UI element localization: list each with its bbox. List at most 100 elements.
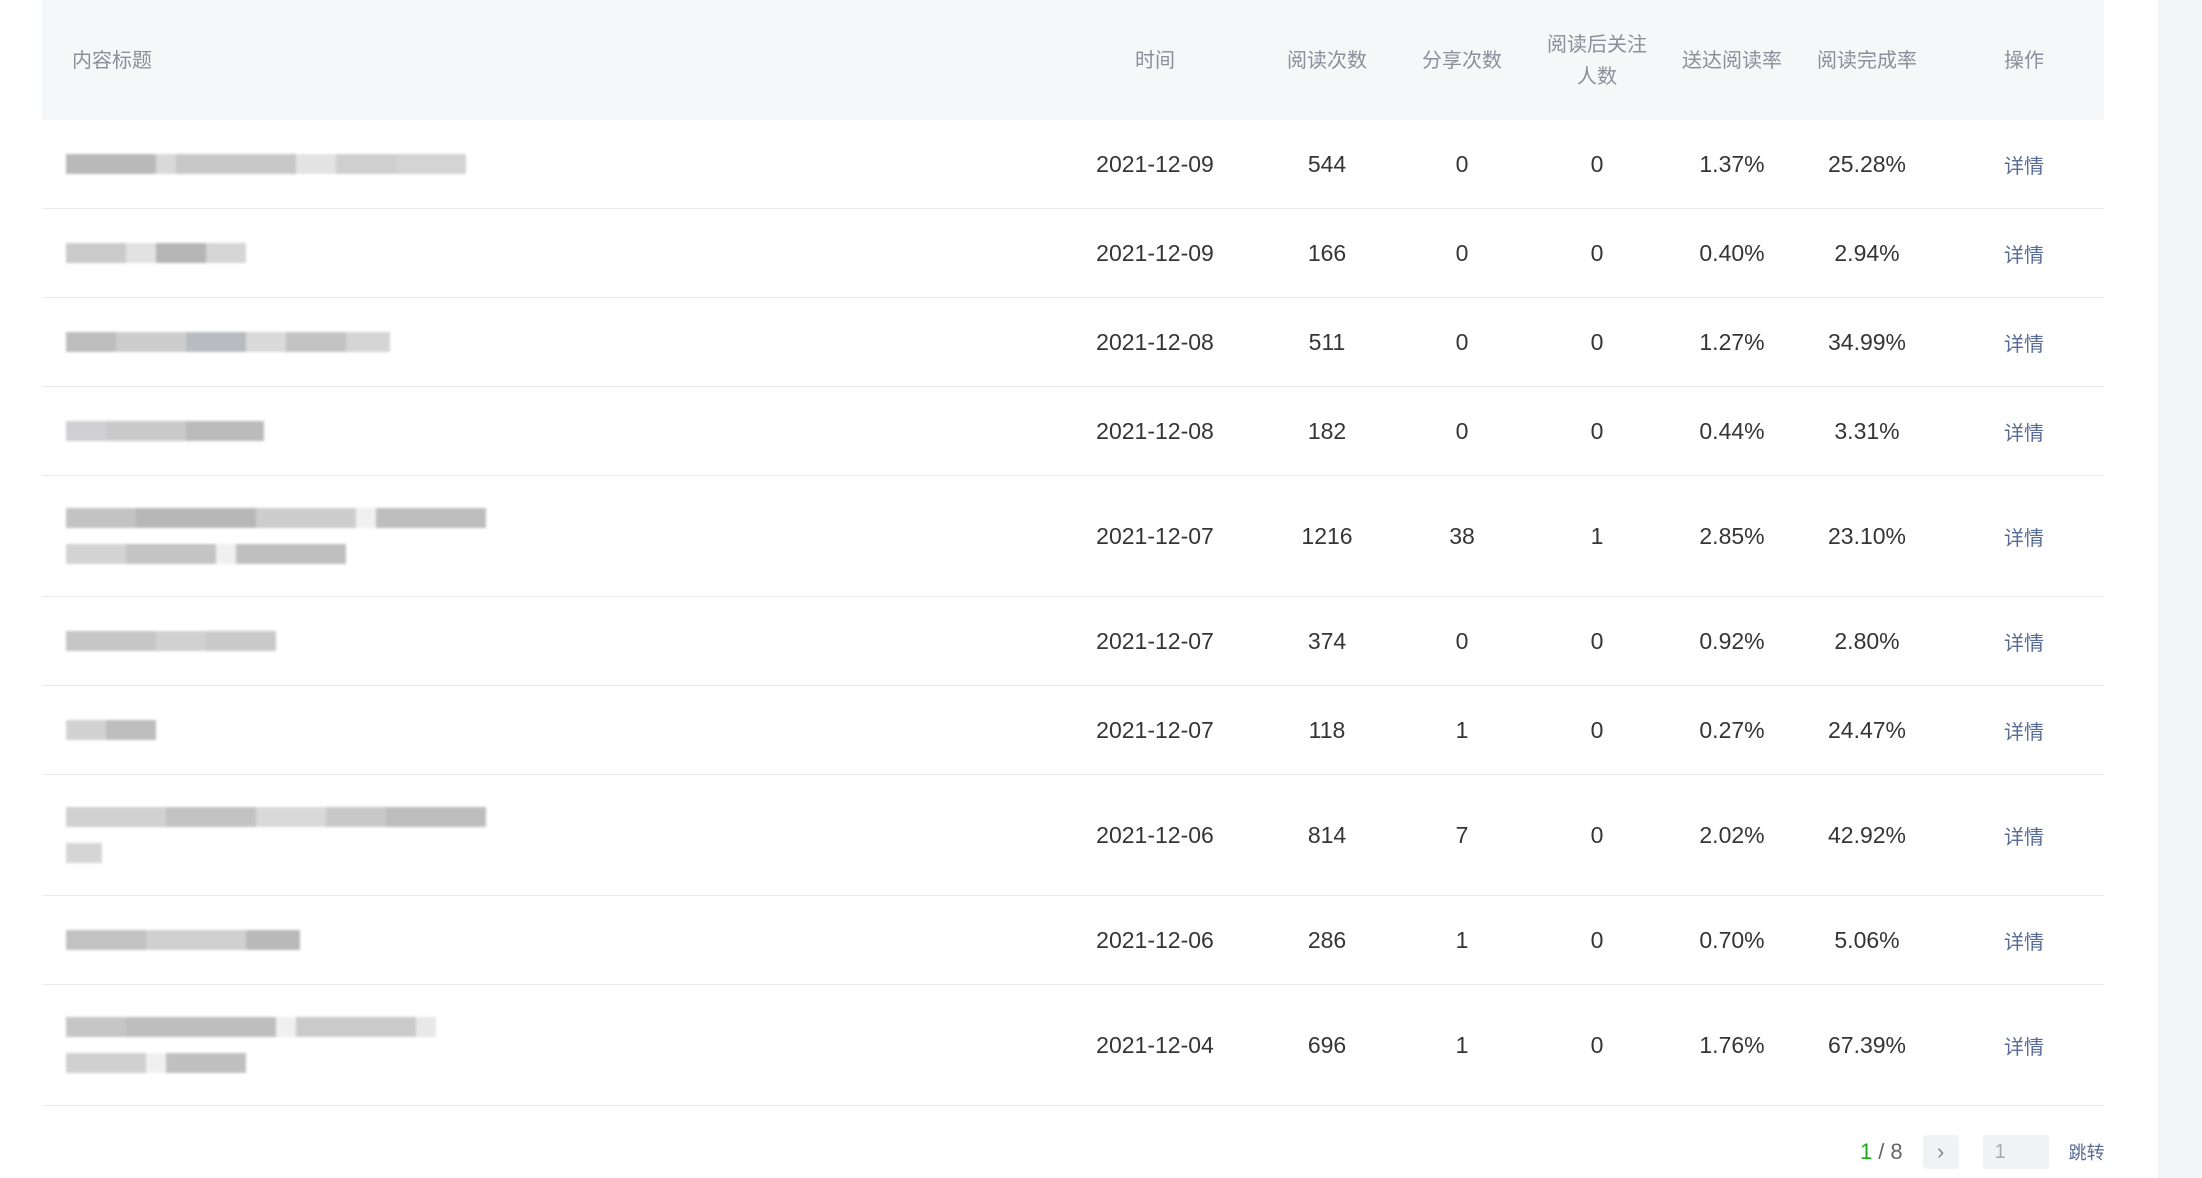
redacted-title-pixels [66,325,1060,359]
column-header-time: 时间 [1060,0,1250,120]
cell-action: 详情 [1944,208,2104,298]
details-link[interactable]: 详情 [2004,930,2044,954]
article-title-redacted [42,120,1060,209]
cell-delivery-rate: 0.92% [1674,596,1790,686]
cell-reads: 374 [1250,596,1404,686]
table-row: 2021-12-06 814 7 0 2.02% 42.92% 详情 [42,774,2104,896]
cell-completion-rate: 34.99% [1790,297,1944,387]
cell-action: 详情 [1944,297,2104,387]
cell-shares: 0 [1404,120,1520,209]
redacted-title-pixels [66,1010,1060,1080]
jump-page-input[interactable] [1982,1135,2049,1169]
content-analytics-page: 内容标题 时间 阅读次数 分享次数 阅读后关注人数 送达阅读率 阅读完成率 操作 [0,0,2202,1178]
article-title-redacted [42,386,1060,476]
cell-action: 详情 [1944,386,2104,476]
details-link[interactable]: 详情 [2004,720,2044,744]
table-row: 2021-12-07 118 1 0 0.27% 24.47% 详情 [42,685,2104,775]
details-link[interactable]: 详情 [2004,526,2044,550]
cell-shares: 0 [1404,386,1520,476]
redacted-title-pixels [66,800,1060,870]
cell-reads: 511 [1250,297,1404,387]
cell-follows: 1 [1520,475,1674,597]
cell-shares: 1 [1404,895,1520,985]
cell-completion-rate: 25.28% [1790,120,1944,209]
cell-follows: 0 [1520,386,1674,476]
cell-time: 2021-12-07 [1060,596,1250,686]
cell-completion-rate: 3.31% [1790,386,1944,476]
article-title-redacted [42,685,1060,775]
details-link[interactable]: 详情 [2004,421,2044,445]
column-header-delivery-rate: 送达阅读率 [1674,0,1790,120]
table-body: 2021-12-09 544 0 0 1.37% 25.28% 详情 2021-… [42,120,2104,1106]
cell-time: 2021-12-06 [1060,774,1250,896]
details-link[interactable]: 详情 [2004,631,2044,655]
article-stats-table: 内容标题 时间 阅读次数 分享次数 阅读后关注人数 送达阅读率 阅读完成率 操作 [42,0,2104,1106]
column-header-title: 内容标题 [42,0,1060,120]
column-header-action: 操作 [1944,0,2104,120]
column-header-follows-label: 阅读后关注人数 [1547,32,1647,88]
cell-reads: 544 [1250,120,1404,209]
cell-delivery-rate: 0.27% [1674,685,1790,775]
cell-follows: 0 [1520,895,1674,985]
details-link[interactable]: 详情 [2004,825,2044,849]
article-stats-table-container: 内容标题 时间 阅读次数 分享次数 阅读后关注人数 送达阅读率 阅读完成率 操作 [42,0,2104,1106]
cell-follows: 0 [1520,685,1674,775]
table-row: 2021-12-06 286 1 0 0.70% 5.06% 详情 [42,895,2104,985]
column-header-completion-rate: 阅读完成率 [1790,0,1944,120]
article-title-redacted [42,475,1060,597]
details-link[interactable]: 详情 [2004,332,2044,356]
jump-button[interactable]: 跳转 [2069,1139,2105,1165]
vertical-scrollbar[interactable] [2158,0,2202,1178]
cell-follows: 0 [1520,984,1674,1106]
cell-completion-rate: 42.92% [1790,774,1944,896]
cell-action: 详情 [1944,774,2104,896]
cell-shares: 0 [1404,208,1520,298]
cell-reads: 182 [1250,386,1404,476]
table-row: 2021-12-08 182 0 0 0.44% 3.31% 详情 [42,386,2104,476]
pagination-current-page: 1 [1860,1139,1873,1164]
cell-action: 详情 [1944,895,2104,985]
cell-completion-rate: 5.06% [1790,895,1944,985]
cell-shares: 7 [1404,774,1520,896]
next-page-button[interactable]: › [1922,1135,1959,1169]
details-link[interactable]: 详情 [2004,243,2044,267]
cell-shares: 38 [1404,475,1520,597]
column-header-follows: 阅读后关注人数 [1520,0,1674,120]
chevron-right-icon: › [1936,1139,1945,1164]
redacted-title-pixels [66,414,1060,448]
cell-time: 2021-12-09 [1060,120,1250,209]
cell-action: 详情 [1944,596,2104,686]
redacted-title-pixels [66,923,1060,957]
cell-time: 2021-12-07 [1060,685,1250,775]
details-link[interactable]: 详情 [2004,1035,2044,1059]
cell-follows: 0 [1520,297,1674,387]
cell-follows: 0 [1520,596,1674,686]
cell-reads: 118 [1250,685,1404,775]
cell-reads: 1216 [1250,475,1404,597]
table-row: 2021-12-08 511 0 0 1.27% 34.99% 详情 [42,297,2104,387]
cell-delivery-rate: 1.37% [1674,120,1790,209]
cell-completion-rate: 23.10% [1790,475,1944,597]
article-title-redacted [42,208,1060,298]
table-row: 2021-12-07 374 0 0 0.92% 2.80% 详情 [42,596,2104,686]
cell-shares: 1 [1404,984,1520,1106]
cell-reads: 696 [1250,984,1404,1106]
table-row: 2021-12-09 166 0 0 0.40% 2.94% 详情 [42,208,2104,298]
table-header: 内容标题 时间 阅读次数 分享次数 阅读后关注人数 送达阅读率 阅读完成率 操作 [42,0,2104,120]
cell-follows: 0 [1520,120,1674,209]
pagination-total-pages: 8 [1890,1139,1903,1164]
cell-time: 2021-12-08 [1060,386,1250,476]
article-title-redacted [42,297,1060,387]
cell-delivery-rate: 0.40% [1674,208,1790,298]
cell-shares: 0 [1404,596,1520,686]
pagination-separator: / [1878,1139,1885,1164]
cell-follows: 0 [1520,208,1674,298]
details-link[interactable]: 详情 [2004,154,2044,178]
redacted-title-pixels [66,147,1060,181]
cell-time: 2021-12-04 [1060,984,1250,1106]
cell-delivery-rate: 2.02% [1674,774,1790,896]
table-row: 2021-12-04 696 1 0 1.76% 67.39% 详情 [42,984,2104,1106]
article-title-redacted [42,596,1060,686]
cell-delivery-rate: 0.70% [1674,895,1790,985]
cell-follows: 0 [1520,774,1674,896]
